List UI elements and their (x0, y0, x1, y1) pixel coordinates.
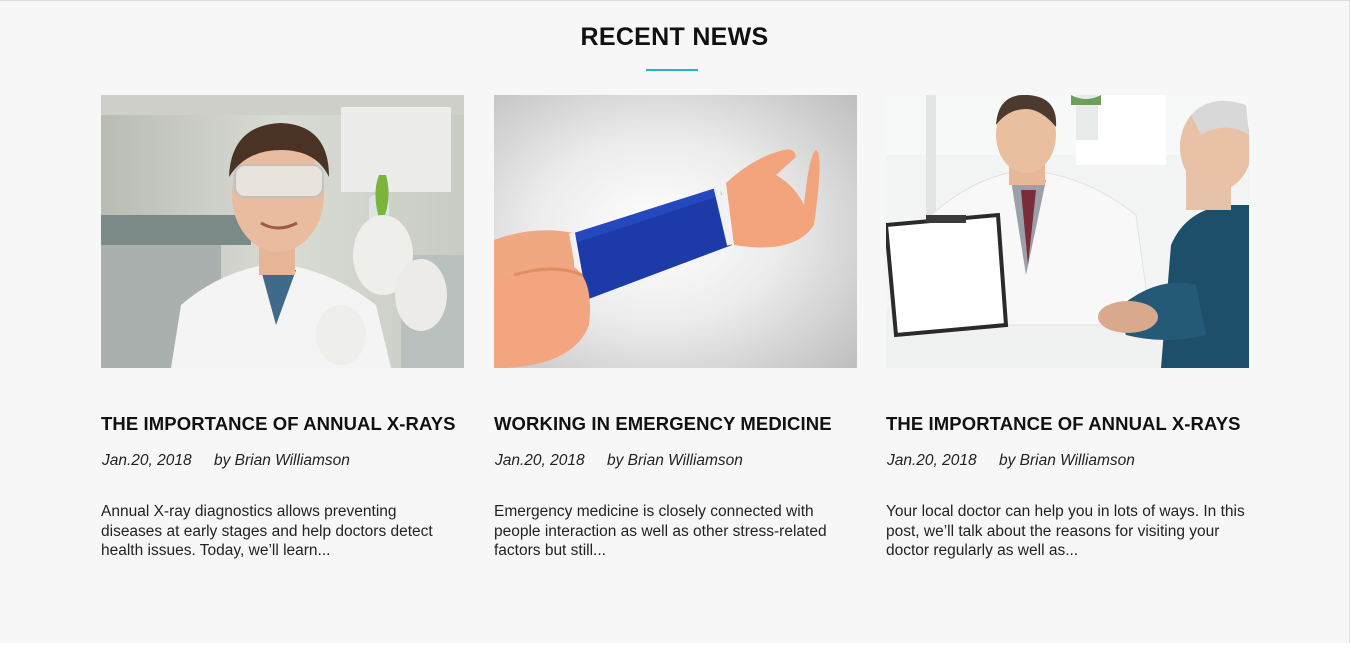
news-meta: Jan.20, 2018 by Brian Williamson (887, 452, 1135, 470)
news-card: THE IMPORTANCE OF ANNUAL X-RAYS Jan.20, … (886, 95, 1249, 559)
recent-news-section: RECENT NEWS THE IMPORTANCE OF ANNUAL X-R… (0, 0, 1350, 643)
wrist-support-photo-illustration (494, 95, 857, 368)
news-author[interactable]: by Brian Williamson (214, 452, 350, 469)
news-excerpt: Your local doctor can help you in lots o… (886, 503, 1245, 559)
news-date: Jan.20, 2018 (887, 452, 977, 469)
scientist-photo-illustration (101, 95, 464, 368)
news-date: Jan.20, 2018 (495, 452, 585, 469)
news-author[interactable]: by Brian Williamson (999, 452, 1135, 469)
news-title[interactable]: THE IMPORTANCE OF ANNUAL X-RAYS (886, 413, 1266, 435)
news-excerpt: Annual X-ray diagnostics allows preventi… (101, 503, 433, 559)
section-title: RECENT NEWS (580, 23, 769, 51)
news-card: THE IMPORTANCE OF ANNUAL X-RAYS Jan.20, … (101, 95, 464, 559)
news-meta: Jan.20, 2018 by Brian Williamson (102, 452, 350, 470)
news-card: WORKING IN EMERGENCY MEDICINE Jan.20, 20… (494, 95, 857, 559)
news-title[interactable]: WORKING IN EMERGENCY MEDICINE (494, 413, 874, 435)
news-image-doctor-patient[interactable] (886, 95, 1249, 368)
news-image-wrist-support[interactable] (494, 95, 857, 368)
news-image-scientist[interactable] (101, 95, 464, 368)
doctor-patient-photo-illustration (886, 95, 1249, 368)
news-excerpt: Emergency medicine is closely connected … (494, 503, 827, 559)
news-meta: Jan.20, 2018 by Brian Williamson (495, 452, 743, 470)
news-date: Jan.20, 2018 (102, 452, 192, 469)
news-author[interactable]: by Brian Williamson (607, 452, 743, 469)
news-title[interactable]: THE IMPORTANCE OF ANNUAL X-RAYS (101, 413, 481, 435)
title-underline (646, 69, 698, 71)
